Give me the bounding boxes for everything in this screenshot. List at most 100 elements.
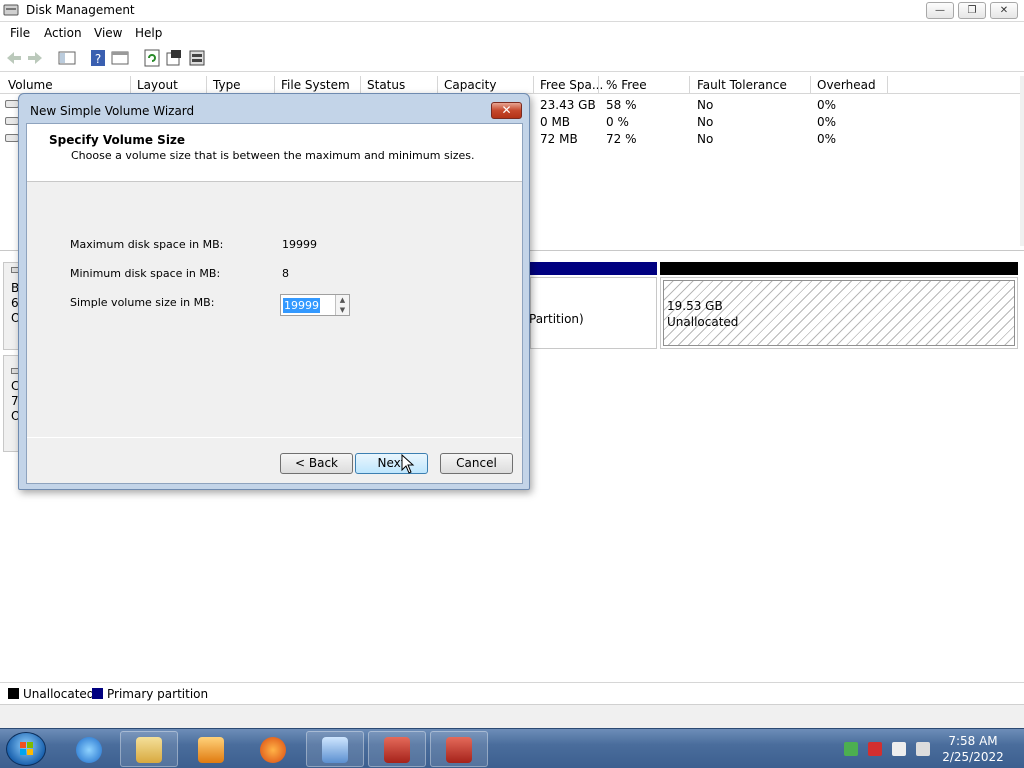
menu-file[interactable]: File [10, 26, 30, 40]
toolbox-icon [446, 737, 472, 763]
start-button[interactable] [6, 732, 46, 766]
unallocated-block[interactable]: 19.53 GB Unallocated [660, 277, 1018, 349]
fault-tolerance-cell: No [697, 98, 714, 112]
col-free-space[interactable]: Free Spa... [540, 78, 603, 94]
col-overhead[interactable]: Overhead [817, 78, 876, 94]
overhead-cell: 0% [817, 115, 837, 129]
min-space-value: 8 [282, 267, 289, 280]
menu-view[interactable]: View [94, 26, 122, 40]
svg-text:?: ? [95, 52, 101, 66]
legend: Unallocated Primary partition [0, 682, 1024, 704]
min-space-label: Minimum disk space in MB: [70, 267, 221, 280]
free-space-cell: 0 MB [540, 115, 571, 129]
taskbar-explorer[interactable] [120, 731, 178, 767]
col-layout[interactable]: Layout [137, 78, 178, 94]
col-fault-tolerance[interactable]: Fault Tolerance [697, 78, 787, 94]
divider [27, 437, 522, 438]
clock-date: 2/25/2022 [942, 750, 1004, 764]
stepper-down-icon[interactable]: ▼ [336, 305, 349, 315]
windows-explorer-icon [136, 737, 162, 763]
unallocated-size: 19.53 GB [667, 299, 723, 313]
cancel-button[interactable]: Cancel [440, 453, 513, 474]
volume-list-header: Volume Layout Type File System Status Ca… [0, 76, 1024, 94]
primary-partition-bar [530, 262, 657, 275]
wizard-heading: Specify Volume Size [49, 133, 186, 147]
firefox-icon [260, 737, 286, 763]
network-error-icon[interactable] [868, 742, 882, 756]
back-icon[interactable] [5, 49, 23, 67]
taskbar-media-player[interactable] [182, 731, 240, 767]
unallocated-swatch [8, 688, 19, 699]
toolbox-icon [384, 737, 410, 763]
volume-size-stepper[interactable]: 19999 ▲ ▼ [280, 294, 350, 316]
status-bar [0, 704, 1024, 728]
internet-explorer-icon [76, 737, 102, 763]
volume-icon[interactable] [916, 742, 930, 756]
col-capacity[interactable]: Capacity [444, 78, 496, 94]
action-center-icon[interactable] [844, 742, 858, 756]
media-player-icon [198, 737, 224, 763]
help-icon[interactable]: ? [89, 49, 107, 67]
stepper-up-icon[interactable]: ▲ [336, 295, 349, 305]
clock-time: 7:58 AM [948, 734, 998, 748]
drive-icon [5, 117, 19, 125]
back-button[interactable]: < Back [280, 453, 353, 474]
maximize-button[interactable]: ❐ [958, 2, 986, 19]
free-space-cell: 23.43 GB [540, 98, 596, 112]
pct-free-cell: 0 % [606, 115, 629, 129]
drive-icon [5, 100, 19, 108]
dialog-title: New Simple Volume Wizard [30, 104, 195, 118]
col-type[interactable]: Type [213, 78, 241, 94]
overhead-cell: 0% [817, 132, 837, 146]
primary-partition-block[interactable]: Partition) [529, 277, 657, 349]
fault-tolerance-cell: No [697, 132, 714, 146]
volume-size-input[interactable]: 19999 [283, 298, 320, 313]
wizard-header: Specify Volume Size Choose a volume size… [27, 124, 522, 182]
close-button[interactable]: ✕ [990, 2, 1018, 19]
col-status[interactable]: Status [367, 78, 405, 94]
legend-primary-partition: Primary partition [107, 687, 209, 701]
menu-help[interactable]: Help [135, 26, 162, 40]
taskbar-control-panel[interactable] [306, 731, 364, 767]
toolbar: ? [0, 44, 1024, 72]
windows-logo-icon [20, 742, 33, 755]
devices-icon[interactable] [892, 742, 906, 756]
col-volume[interactable]: Volume [8, 78, 53, 94]
wizard-body: Specify Volume Size Choose a volume size… [26, 123, 523, 484]
free-space-cell: 72 MB [540, 132, 578, 146]
taskbar-firefox[interactable] [244, 731, 302, 767]
volume-size-label: Simple volume size in MB: [70, 296, 215, 309]
pct-free-cell: 72 % [606, 132, 637, 146]
col-pct-free[interactable]: % Free [606, 78, 647, 94]
refresh-icon[interactable] [143, 49, 161, 67]
dialog-close-button[interactable]: ✕ [491, 102, 522, 119]
legend-unallocated: Unallocated [23, 687, 95, 701]
max-space-value: 19999 [282, 238, 317, 251]
unallocated-bar [660, 262, 1018, 275]
show-hide-tree-icon[interactable] [58, 49, 76, 67]
disk-management-icon [3, 4, 19, 16]
properties-icon[interactable] [165, 49, 183, 67]
menu-action[interactable]: Action [44, 26, 82, 40]
minimize-button[interactable]: — [926, 2, 954, 19]
unallocated-label: Unallocated [667, 315, 739, 329]
partition-label: Partition) [529, 312, 584, 326]
taskbar-toolbox-2[interactable] [430, 731, 488, 767]
drive-icon [5, 134, 19, 142]
forward-icon[interactable] [26, 49, 44, 67]
stepper-arrows[interactable]: ▲ ▼ [335, 295, 349, 315]
rescan-icon[interactable] [188, 49, 206, 67]
next-button[interactable]: Next [355, 453, 428, 474]
overhead-cell: 0% [817, 98, 837, 112]
taskbar-toolbox-1[interactable] [368, 731, 426, 767]
wizard-subheading: Choose a volume size that is between the… [71, 149, 475, 162]
mouse-pointer-icon [401, 454, 415, 474]
console-icon[interactable] [111, 49, 129, 67]
pct-free-cell: 58 % [606, 98, 637, 112]
taskbar-ie[interactable] [60, 731, 118, 767]
col-file-system[interactable]: File System [281, 78, 350, 94]
list-scrollbar[interactable] [1020, 76, 1024, 246]
clock[interactable]: 7:58 AM 2/25/2022 [930, 733, 1016, 765]
new-simple-volume-wizard: New Simple Volume Wizard ✕ Specify Volum… [18, 93, 530, 490]
max-space-label: Maximum disk space in MB: [70, 238, 224, 251]
